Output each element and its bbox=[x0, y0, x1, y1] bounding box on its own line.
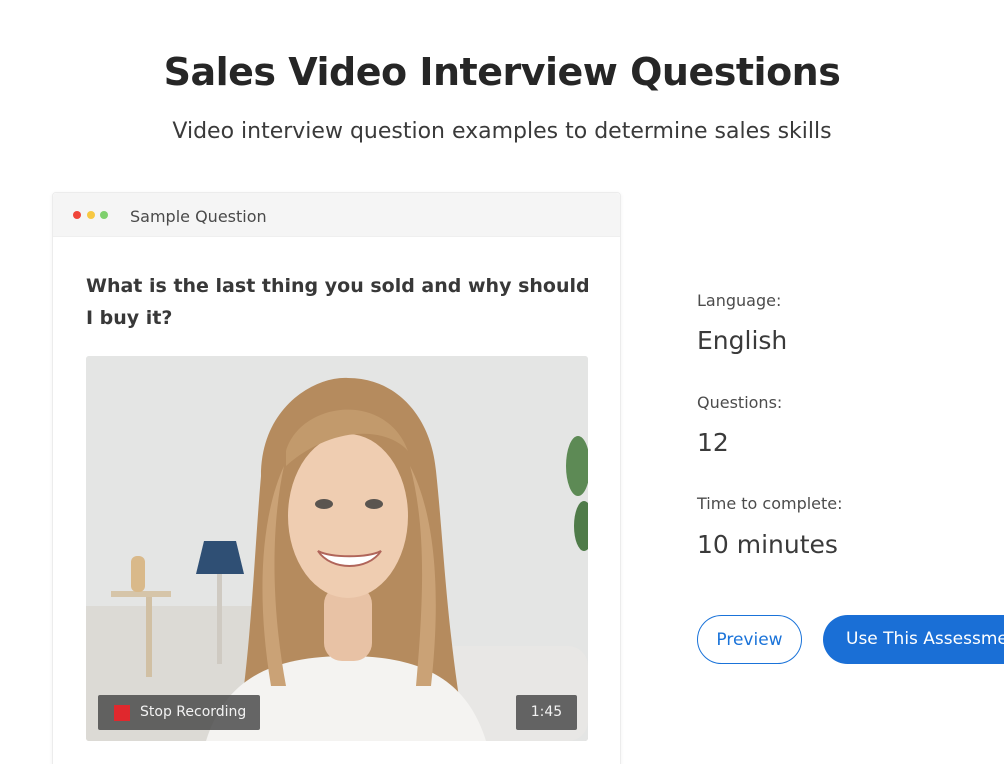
time-to-complete-label: Time to complete: bbox=[697, 494, 843, 513]
use-this-assessment-button[interactable]: Use This Assessment bbox=[823, 615, 1004, 664]
time-to-complete-value: 10 minutes bbox=[697, 530, 838, 559]
sample-question-card: Sample Question What is the last thing y… bbox=[52, 192, 621, 764]
stop-recording-button[interactable]: Stop Recording bbox=[98, 695, 260, 730]
red-dot-icon bbox=[73, 211, 81, 219]
stop-recording-label: Stop Recording bbox=[140, 704, 247, 720]
language-value: English bbox=[697, 326, 788, 355]
card-header-label: Sample Question bbox=[130, 207, 267, 226]
language-label: Language: bbox=[697, 291, 782, 310]
card-header: Sample Question bbox=[53, 193, 620, 237]
use-this-assessment-label: Use This Assessment bbox=[846, 629, 1004, 649]
page-title: Sales Video Interview Questions bbox=[163, 50, 841, 94]
questions-value: 12 bbox=[697, 428, 729, 457]
candidate-video: Stop Recording 1:45 bbox=[86, 356, 588, 741]
green-dot-icon bbox=[100, 211, 108, 219]
candidate-photo bbox=[86, 356, 588, 741]
record-stop-icon bbox=[114, 705, 130, 721]
page-subtitle: Video interview question examples to det… bbox=[172, 119, 832, 144]
questions-label: Questions: bbox=[697, 393, 783, 412]
question-text: What is the last thing you sold and why … bbox=[86, 275, 590, 329]
yellow-dot-icon bbox=[87, 211, 95, 219]
recording-timer-label: 1:45 bbox=[530, 704, 563, 720]
recording-timer: 1:45 bbox=[516, 695, 577, 730]
preview-button[interactable]: Preview bbox=[697, 615, 802, 664]
